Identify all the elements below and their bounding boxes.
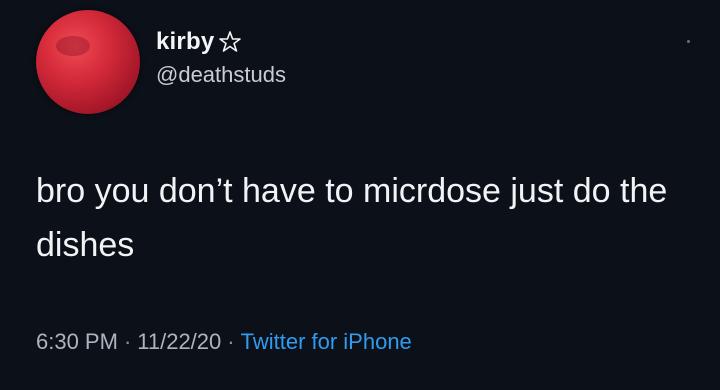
more-options-icon[interactable] [687, 40, 690, 43]
pentagram-icon [218, 30, 242, 54]
user-handle[interactable]: @deathstuds [156, 62, 286, 88]
meta-separator: · [123, 329, 132, 354]
tweet-text: bro you don’t have to micrdose just do t… [36, 172, 668, 264]
display-name[interactable]: kirby [156, 28, 214, 56]
tweet-time[interactable]: 6:30 PM [36, 329, 118, 355]
tweet-source-link[interactable]: Twitter for iPhone [241, 329, 412, 355]
tweet-meta: 6:30 PM · 11/22/20 · Twitter for iPhone [36, 329, 412, 355]
avatar[interactable] [36, 10, 140, 114]
user-name-row[interactable]: kirby [156, 28, 242, 56]
meta-separator: · [227, 329, 235, 354]
tweet-date[interactable]: 11/22/20 [137, 329, 221, 355]
tweet-card: kirby @deathstuds bro you don’t have to … [0, 0, 720, 390]
